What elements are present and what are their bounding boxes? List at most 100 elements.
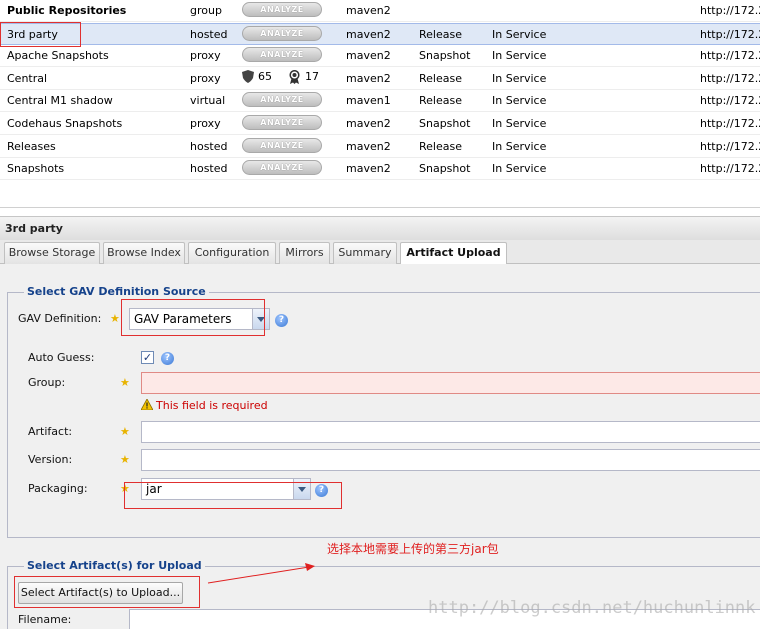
- required-star-icon: ★: [120, 376, 130, 389]
- repo-type: proxy: [190, 117, 221, 130]
- repo-name: Snapshots: [7, 162, 65, 176]
- select-artifacts-button[interactable]: Select Artifact(s) to Upload...: [18, 582, 183, 604]
- repo-url-link[interactable]: http://172.21: [700, 4, 760, 17]
- version-input[interactable]: [141, 449, 760, 471]
- repo-policy: Release: [419, 71, 462, 85]
- repo-policy: Snapshot: [419, 49, 471, 63]
- repo-url-link[interactable]: http://172.21: [700, 117, 760, 130]
- gav-definition-fieldset: Select GAV Definition Source: [7, 285, 760, 538]
- repo-type: group: [190, 4, 222, 17]
- filename-label: Filename:: [18, 613, 72, 626]
- repo-name: 3rd party: [7, 27, 58, 41]
- upload-fieldset-legend: Select Artifact(s) for Upload: [24, 559, 205, 572]
- packaging-combo[interactable]: jar: [141, 478, 311, 500]
- packaging-dropdown-trigger[interactable]: [293, 479, 310, 499]
- repo-url-link[interactable]: http://172.21: [700, 49, 760, 62]
- analyze-button[interactable]: ANALYZE: [242, 115, 322, 130]
- analyze-button[interactable]: ANALYZE: [242, 92, 322, 108]
- help-icon-gav-definition[interactable]: ?: [275, 314, 288, 327]
- repo-type: proxy: [190, 49, 221, 63]
- group-error-text: This field is required: [156, 399, 268, 412]
- repo-name: Public Repositories: [7, 4, 127, 17]
- tab-strip: Browse Storage Browse Index Configuratio…: [0, 240, 760, 265]
- table-row[interactable]: Snapshots hosted ANALYZE maven2 Snapshot In S…: [0, 158, 760, 181]
- repo-type: proxy: [190, 71, 221, 85]
- gav-definition-dropdown-trigger[interactable]: [252, 309, 269, 329]
- repo-health: ANALYZE: [242, 2, 322, 17]
- repo-type: hosted: [190, 27, 228, 41]
- analyze-button[interactable]: ANALYZE: [242, 160, 322, 176]
- repo-format: maven2: [346, 49, 391, 63]
- repo-format: maven2: [346, 71, 391, 85]
- table-row[interactable]: Releases hosted ANALYZE maven2 Release In Ser…: [0, 136, 760, 158]
- repo-type: hosted: [190, 162, 228, 176]
- packaging-label: Packaging:: [28, 482, 88, 495]
- repo-status: In Service: [492, 94, 547, 108]
- table-row[interactable]: Central M1 shadow virtual ANALYZE maven1 Rel…: [0, 90, 760, 113]
- repo-url-link[interactable]: http://172.21: [700, 72, 760, 85]
- repo-format: maven1: [346, 94, 391, 108]
- repo-name: Codehaus Snapshots: [7, 117, 123, 130]
- repo-name: Apache Snapshots: [7, 49, 109, 63]
- help-icon-auto-guess[interactable]: ?: [161, 352, 174, 365]
- repo-format: maven2: [346, 4, 391, 17]
- required-star-icon: ★: [120, 482, 130, 495]
- repo-policy: Snapshot: [419, 117, 471, 130]
- repo-name: Releases: [7, 139, 56, 153]
- table-row[interactable]: 3rd party hosted ANALYZE maven2 Release In Se…: [0, 22, 760, 45]
- annotation-text: 选择本地需要上传的第三方jar包: [327, 542, 499, 556]
- repo-type: virtual: [190, 94, 226, 108]
- repository-grid: Public Repositories group ANALYZE maven2 htt…: [0, 0, 760, 208]
- packaging-value: jar: [146, 482, 162, 496]
- repo-health: ANALYZE: [242, 47, 322, 63]
- group-error-message: This field is required: [141, 399, 268, 412]
- table-row[interactable]: Codehaus Snapshots proxy ANALYZE maven2 Snap…: [0, 113, 760, 135]
- artifact-upload-panel: Select GAV Definition Source GAV Definit…: [0, 264, 760, 629]
- group-input[interactable]: [141, 372, 760, 394]
- analyze-button[interactable]: ANALYZE: [242, 25, 322, 41]
- repo-policy: Release: [419, 139, 462, 153]
- repo-status: In Service: [492, 49, 547, 63]
- tab-artifact-upload[interactable]: Artifact Upload: [400, 242, 507, 265]
- tab-summary[interactable]: Summary: [333, 242, 397, 264]
- repo-policy: Release: [419, 94, 462, 108]
- repo-status: In Service: [492, 139, 547, 153]
- tab-mirrors[interactable]: Mirrors: [279, 242, 330, 264]
- help-icon-packaging[interactable]: ?: [315, 484, 328, 497]
- required-star-icon: ★: [120, 453, 130, 466]
- repo-format: maven2: [346, 117, 391, 130]
- group-label: Group:: [28, 376, 66, 389]
- repo-status: In Service: [492, 27, 547, 41]
- repo-policy: Release: [419, 27, 462, 41]
- panel-title-text: 3rd party: [5, 222, 63, 235]
- repo-url-link[interactable]: http://172.21: [700, 28, 760, 41]
- repo-url-link[interactable]: http://172.21: [700, 94, 760, 107]
- auto-guess-checkbox[interactable]: ✓: [141, 351, 154, 364]
- analyze-button[interactable]: ANALYZE: [242, 137, 322, 153]
- required-star-icon: ★: [110, 312, 120, 325]
- repo-status: In Service: [492, 117, 547, 130]
- table-row[interactable]: Apache Snapshots proxy ANALYZE maven2 Snapsh…: [0, 45, 760, 68]
- artifact-input[interactable]: [141, 421, 760, 443]
- repo-health: ANALYZE: [242, 160, 322, 176]
- tab-configuration[interactable]: Configuration: [188, 242, 276, 264]
- repo-format: maven2: [346, 162, 391, 176]
- table-row[interactable]: Public Repositories group ANALYZE maven2 htt…: [0, 0, 760, 22]
- repo-health: ANALYZE: [242, 115, 322, 130]
- repo-url-link[interactable]: http://172.21: [700, 162, 760, 175]
- table-row[interactable]: Central proxy 65 17 maven2 Release In Service h…: [0, 68, 760, 90]
- repo-health: ANALYZE: [242, 137, 322, 153]
- tab-browse-storage[interactable]: Browse Storage: [4, 242, 100, 264]
- repo-policy: Snapshot: [419, 162, 471, 176]
- auto-guess-label: Auto Guess:: [28, 351, 95, 364]
- tab-browse-index[interactable]: Browse Index: [103, 242, 185, 264]
- analyze-button[interactable]: ANALYZE: [242, 47, 322, 63]
- repo-url-link[interactable]: http://172.21: [700, 140, 760, 153]
- artifact-label: Artifact:: [28, 425, 73, 438]
- analyze-button[interactable]: ANALYZE: [242, 2, 322, 17]
- repo-name: Central M1 shadow: [7, 94, 113, 108]
- gav-definition-combo[interactable]: GAV Parameters: [129, 308, 270, 330]
- required-star-icon: ★: [120, 425, 130, 438]
- repo-health: ANALYZE: [242, 92, 322, 108]
- repo-format: maven2: [346, 27, 391, 41]
